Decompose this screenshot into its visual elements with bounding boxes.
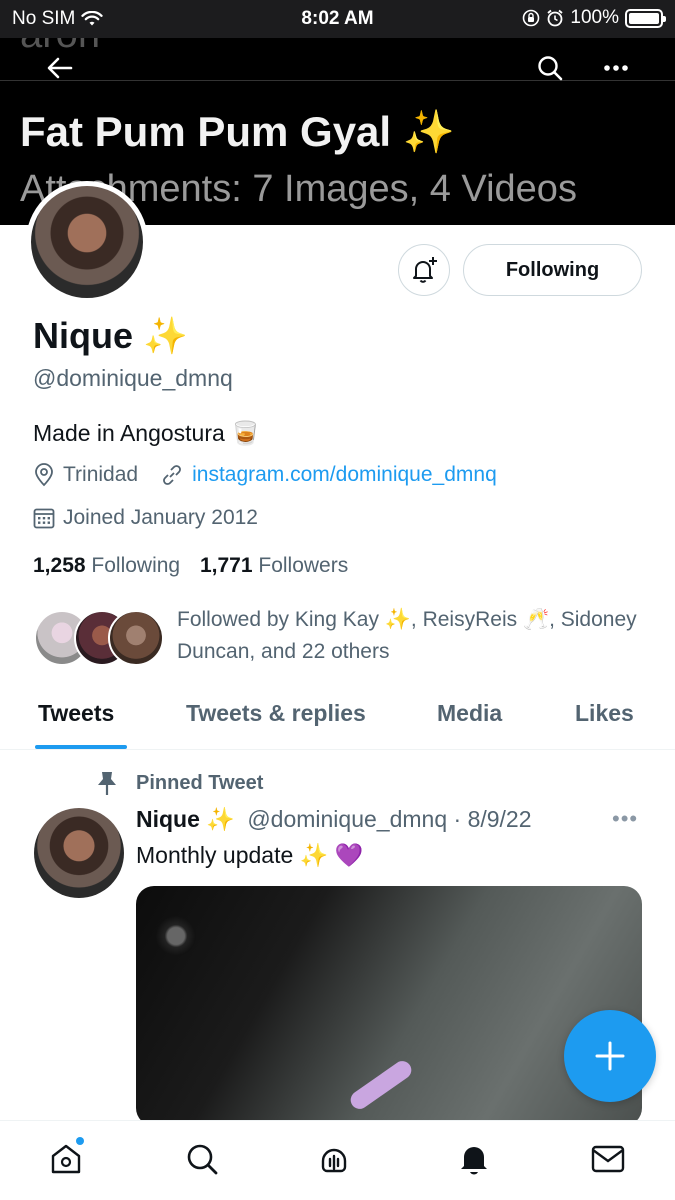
nav-search[interactable] bbox=[182, 1139, 222, 1179]
profile-joined-row: Joined January 2012 bbox=[33, 506, 258, 530]
nav-messages[interactable] bbox=[588, 1139, 628, 1179]
spaces-icon bbox=[321, 1148, 347, 1173]
nav-notifications[interactable] bbox=[454, 1139, 494, 1179]
follow-stats: 1,258 Following 1,771 Followers bbox=[33, 554, 348, 578]
profile-name: Nique ✨ bbox=[33, 315, 188, 356]
following-button[interactable]: Following bbox=[463, 244, 642, 296]
status-right: 100% bbox=[522, 7, 666, 29]
nav-home[interactable] bbox=[46, 1137, 86, 1179]
pin-icon bbox=[98, 772, 116, 795]
following-count: 1,258 bbox=[33, 554, 86, 577]
profile-meta-row: Trinidad instagram.com/dominique_dmnq bbox=[33, 463, 497, 487]
tweet-author-avatar[interactable] bbox=[34, 808, 124, 898]
home-notification-dot bbox=[76, 1137, 84, 1145]
tab-tweets[interactable]: Tweets bbox=[38, 700, 114, 727]
search-button[interactable] bbox=[530, 48, 570, 88]
battery-percent: 100% bbox=[570, 7, 619, 28]
followed-by-text[interactable]: Followed by King Kay ✨, ReisyReis 🥂, Sid… bbox=[177, 604, 647, 668]
followers-count: 1,771 bbox=[199, 554, 253, 577]
tab-media[interactable]: Media bbox=[437, 700, 502, 727]
banner-divider bbox=[0, 80, 675, 81]
tweet-date: · 8/9/22 bbox=[453, 806, 532, 832]
tweet-text: Monthly update ✨ 💜 bbox=[136, 842, 364, 868]
home-icon bbox=[51, 1144, 81, 1174]
calendar-icon bbox=[33, 508, 55, 529]
pinned-tweet-label: Pinned Tweet bbox=[96, 770, 263, 796]
plus-icon bbox=[595, 1041, 625, 1071]
tab-tweets-replies[interactable]: Tweets & replies bbox=[186, 700, 366, 727]
link-icon bbox=[163, 465, 182, 485]
search-icon bbox=[187, 1144, 218, 1175]
avatar bbox=[108, 610, 164, 666]
location-pin-icon bbox=[35, 463, 53, 487]
tweet-media[interactable] bbox=[136, 886, 642, 1126]
back-button[interactable] bbox=[40, 48, 80, 88]
media-detail bbox=[347, 1057, 415, 1113]
more-horizontal-icon bbox=[604, 65, 628, 71]
notifications-icon bbox=[461, 1147, 487, 1175]
battery-icon bbox=[625, 8, 666, 28]
active-tab-indicator bbox=[35, 745, 127, 749]
followers-label: Followers bbox=[258, 554, 349, 577]
tweet-header: Nique ✨ @dominique_dmnq · 8/9/22 bbox=[136, 806, 532, 833]
compose-tweet-button[interactable] bbox=[564, 1010, 656, 1102]
profile-website-link[interactable]: instagram.com/dominique_dmnq bbox=[192, 463, 497, 487]
following-stat[interactable]: 1,258 Following bbox=[33, 554, 180, 577]
tab-likes[interactable]: Likes bbox=[575, 700, 634, 727]
profile-location: Trinidad bbox=[63, 463, 139, 486]
nav-spaces[interactable] bbox=[314, 1139, 354, 1179]
status-bar: No SIM 8:02 AM 100% bbox=[0, 0, 675, 38]
followed-by-avatars[interactable] bbox=[34, 610, 164, 666]
tweet-more-button[interactable]: ••• bbox=[612, 806, 638, 832]
tweet-author-handle: @dominique_dmnq bbox=[247, 806, 448, 832]
bottom-navigation bbox=[0, 1120, 675, 1200]
following-label: Following bbox=[91, 554, 181, 577]
pinned-label-text: Pinned Tweet bbox=[136, 771, 264, 794]
banner-title: Fat Pum Pum Gyal ✨ bbox=[20, 108, 456, 155]
messages-icon bbox=[591, 1145, 625, 1173]
profile-bio: Made in Angostura 🥃 bbox=[33, 420, 260, 446]
alarm-icon bbox=[547, 9, 563, 27]
notifications-subscribe-button[interactable] bbox=[398, 244, 450, 296]
profile-joined: Joined January 2012 bbox=[63, 506, 258, 529]
profile-tabs: Tweets Tweets & replies Media Likes bbox=[0, 690, 675, 750]
profile-avatar[interactable] bbox=[26, 181, 148, 303]
tweet-author-name[interactable]: Nique ✨ bbox=[136, 806, 235, 832]
profile-handle: @dominique_dmnq bbox=[33, 365, 233, 391]
more-options-button[interactable] bbox=[596, 48, 636, 88]
search-icon bbox=[538, 56, 563, 81]
orientation-lock-icon bbox=[523, 9, 540, 27]
back-arrow-icon bbox=[47, 57, 73, 79]
media-detail bbox=[156, 916, 196, 956]
followers-stat[interactable]: 1,771 Followers bbox=[200, 554, 348, 577]
bell-plus-icon bbox=[413, 257, 437, 283]
